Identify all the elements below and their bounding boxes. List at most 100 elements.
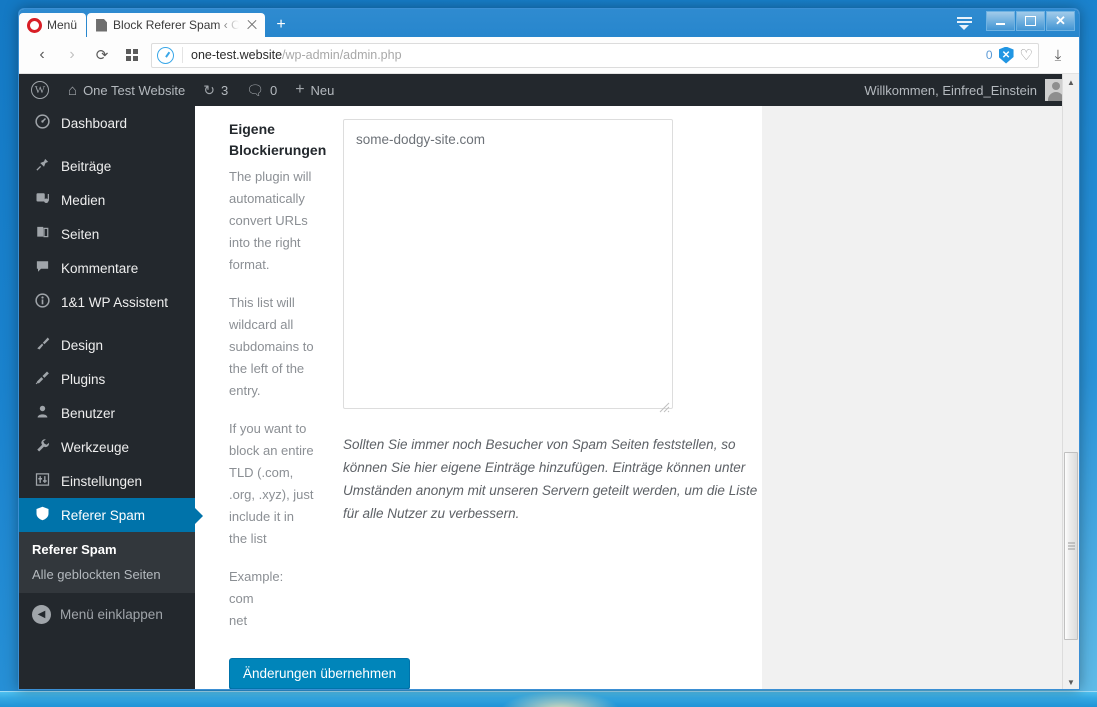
address-bar-actions: 0 ✕ ♡ [986, 46, 1033, 64]
help-paragraph-2: This list will wildcard all subdomains t… [229, 295, 314, 398]
document-icon [96, 18, 108, 32]
scrollbar-grip-icon [1068, 541, 1075, 552]
help-example-1: com [229, 591, 254, 606]
comments-menu[interactable]: 🗨 0 [237, 74, 286, 106]
sidebar-item-plugins[interactable]: Plugins [19, 362, 195, 396]
sidebar-item-label: Design [61, 337, 104, 353]
opera-menu-button[interactable]: Menü [19, 13, 87, 37]
collapse-menu-label: Menü einklappen [60, 606, 163, 622]
appearance-brush-icon [32, 336, 52, 355]
collapse-menu-button[interactable]: ◀ Menü einklappen [19, 597, 195, 631]
new-tab-button[interactable]: + [268, 13, 294, 37]
speed-dial-icon[interactable] [117, 41, 147, 69]
sidebar-submenu-item-referer-spam[interactable]: Referer Spam [19, 537, 195, 562]
settings-field-column: Sollten Sie immer noch Besucher von Spam… [325, 119, 763, 632]
media-icon [32, 191, 52, 210]
plugins-plug-icon [32, 370, 52, 389]
comments-icon [32, 259, 52, 278]
updates-count: 3 [220, 82, 229, 98]
field-title-line2: Blockierungen [229, 142, 327, 158]
sidebar-item-beitr-ge[interactable]: Beiträge [19, 149, 195, 183]
scroll-up-arrow-icon[interactable]: ▲ [1063, 74, 1079, 91]
url-path: /wp-admin/admin.php [282, 48, 402, 62]
save-changes-button[interactable]: Änderungen übernehmen [229, 658, 411, 689]
assistant-info-icon [32, 292, 52, 312]
site-name-label: One Test Website [83, 82, 186, 98]
greeting-label: Willkommen, Einfred_Einstein [864, 82, 1037, 98]
settings-label-column: Eigene Blockierungen The plugin will aut… [229, 119, 327, 632]
updates-icon: ↻ [203, 81, 215, 98]
account-menu[interactable]: Willkommen, Einfred_Einstein [864, 79, 1079, 101]
sidebar-item-einstellungen[interactable]: Einstellungen [19, 464, 195, 498]
divider [182, 47, 183, 63]
close-icon[interactable] [245, 18, 259, 32]
sidebar-item-benutzer[interactable]: Benutzer [19, 396, 195, 430]
updates-menu[interactable]: ↻ 3 [194, 74, 237, 106]
dashboard-icon [32, 113, 52, 133]
collapse-arrow-icon: ◀ [32, 604, 51, 624]
pages-icon [32, 225, 52, 244]
heart-icon[interactable]: ♡ [1020, 46, 1033, 64]
wordpress-logo-icon[interactable]: W [19, 74, 59, 106]
maximize-button[interactable] [1016, 11, 1045, 31]
sidebar-item-seiten[interactable]: Seiten [19, 217, 195, 251]
sidebar-separator [19, 319, 195, 328]
url-host: one-test.website [191, 48, 283, 62]
new-content-menu[interactable]: + Neu [286, 74, 343, 106]
reload-button[interactable]: ⟳ [87, 41, 117, 69]
scroll-down-arrow-icon[interactable]: ▼ [1063, 674, 1079, 689]
home-icon: ⌂ [68, 81, 78, 99]
tab-title: Block Referer Spam ‹ One [113, 18, 239, 32]
page-info-icon[interactable] [157, 46, 174, 64]
sidebar-item-werkzeuge[interactable]: Werkzeuge [19, 430, 195, 464]
address-bar[interactable]: one-test.website /wp-admin/admin.php 0 ✕… [151, 42, 1039, 68]
help-example-2: net [229, 613, 248, 628]
blocklist-textarea[interactable] [343, 119, 673, 409]
page-viewport: W ⌂ One Test Website ↻ 3 🗨 0 + Neu Willk… [19, 74, 1079, 689]
sidebar-item-label: Seiten [61, 226, 100, 242]
privacy-note: Sollten Sie immer noch Besucher von Spam… [343, 437, 758, 521]
browser-tab[interactable]: Block Referer Spam ‹ One [87, 13, 266, 37]
download-icon[interactable]: ⤓ [1045, 42, 1071, 68]
browser-window: Menü Block Referer Spam ‹ One + ✕ ‹ › ⟳ [18, 8, 1080, 690]
posts-pin-icon [32, 157, 52, 176]
users-icon [32, 404, 52, 423]
sidebar-item-label: Beiträge [61, 158, 112, 174]
settings-sliders-icon [32, 472, 52, 491]
blocked-count: 0 [985, 48, 993, 62]
sidebar-item-label: Benutzer [61, 405, 116, 421]
tools-wrench-icon [32, 438, 52, 457]
field-title-line1: Eigene [229, 121, 275, 137]
sidebar-item-label: Medien [61, 192, 106, 208]
sidebar-item-dashboard[interactable]: Dashboard [19, 106, 195, 140]
settings-panel: Eigene Blockierungen The plugin will aut… [195, 106, 762, 689]
close-window-button[interactable]: ✕ [1046, 11, 1075, 31]
minimize-button[interactable] [986, 11, 1015, 31]
taskbar-glow [500, 691, 620, 707]
easy-setup-icon[interactable] [954, 14, 974, 32]
sidebar-item-1-1-wp-assistent[interactable]: 1&1 WP Assistent [19, 285, 195, 319]
tab-strip: Menü Block Referer Spam ‹ One + [19, 13, 294, 37]
scrollbar-thumb[interactable] [1064, 452, 1078, 640]
admin-sidebar: Dashboard Beiträge Medien Seiten Kommentare 1… [19, 106, 203, 689]
comment-icon: 🗨 [246, 81, 264, 98]
site-name-menu[interactable]: ⌂ One Test Website [59, 74, 194, 106]
opera-menu-label: Menü [47, 18, 78, 32]
sidebar-separator [19, 140, 195, 149]
help-paragraph-1: The plugin will automatically convert UR… [229, 169, 312, 272]
page-scrollbar[interactable]: ▲ ▼ [1062, 74, 1079, 689]
sidebar-item-referer-spam[interactable]: Referer Spam [19, 498, 203, 532]
help-example-label: Example: [229, 569, 284, 584]
sidebar-item-label: Kommentare [61, 260, 139, 276]
settings-form-row: Eigene Blockierungen The plugin will aut… [195, 106, 762, 632]
sidebar-item-kommentare[interactable]: Kommentare [19, 251, 195, 285]
sidebar-item-design[interactable]: Design [19, 328, 195, 362]
wp-logo-glyph: W [31, 81, 49, 99]
back-button[interactable]: ‹ [27, 41, 57, 69]
ad-blocker-shield-icon[interactable]: ✕ [998, 46, 1014, 64]
forward-button[interactable]: › [57, 41, 87, 69]
sidebar-item-medien[interactable]: Medien [19, 183, 195, 217]
comments-count: 0 [269, 82, 278, 98]
sidebar-submenu-item-alle-geblockten-seiten[interactable]: Alle geblockten Seiten [19, 562, 195, 587]
wp-content-area: Eigene Blockierungen The plugin will aut… [195, 106, 1079, 689]
